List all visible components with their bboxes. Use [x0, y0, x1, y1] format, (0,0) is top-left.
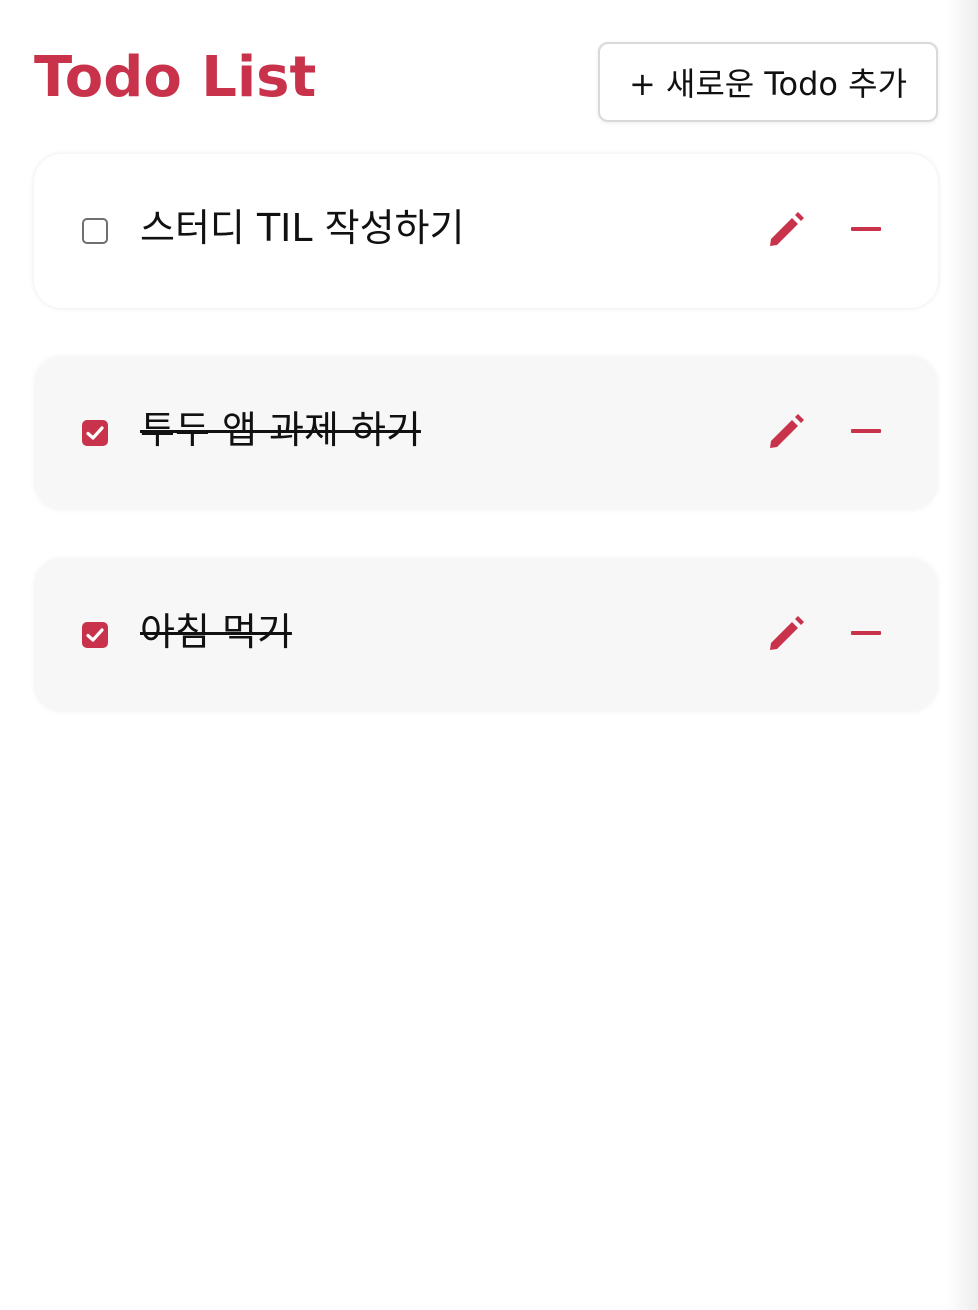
delete-button[interactable] — [842, 206, 890, 254]
pencil-icon — [770, 212, 804, 246]
add-todo-button[interactable]: + 새로운 Todo 추가 — [598, 42, 938, 122]
minus-icon — [851, 227, 881, 231]
check-icon — [86, 628, 104, 642]
check-icon — [86, 426, 104, 440]
todo-item: 아침 먹기 — [34, 558, 938, 712]
todo-item: 투두 앱 과제 하기 — [34, 356, 938, 510]
todo-checkbox[interactable] — [82, 218, 108, 244]
todo-text: 스터디 TIL 작성하기 — [140, 206, 465, 250]
edit-button[interactable] — [762, 610, 810, 658]
todo-checkbox[interactable] — [82, 420, 108, 446]
todo-item: 스터디 TIL 작성하기 — [34, 154, 938, 308]
todo-app: Todo List + 새로운 Todo 추가 스터디 TIL 작성하기 투두 … — [34, 0, 938, 712]
edit-button[interactable] — [762, 206, 810, 254]
todo-text: 투두 앱 과제 하기 — [140, 408, 421, 452]
todo-text: 아침 먹기 — [140, 610, 292, 654]
edit-button[interactable] — [762, 408, 810, 456]
pencil-icon — [770, 414, 804, 448]
header: Todo List + 새로운 Todo 추가 — [34, 0, 938, 154]
page-title: Todo List — [34, 45, 317, 110]
window-edge-shadow — [946, 0, 978, 1310]
delete-button[interactable] — [842, 610, 890, 658]
todo-list: 스터디 TIL 작성하기 투두 앱 과제 하기 아침 먹기 — [34, 154, 938, 760]
pencil-icon — [770, 616, 804, 650]
todo-checkbox[interactable] — [82, 622, 108, 648]
minus-icon — [851, 631, 881, 635]
delete-button[interactable] — [842, 408, 890, 456]
minus-icon — [851, 429, 881, 433]
